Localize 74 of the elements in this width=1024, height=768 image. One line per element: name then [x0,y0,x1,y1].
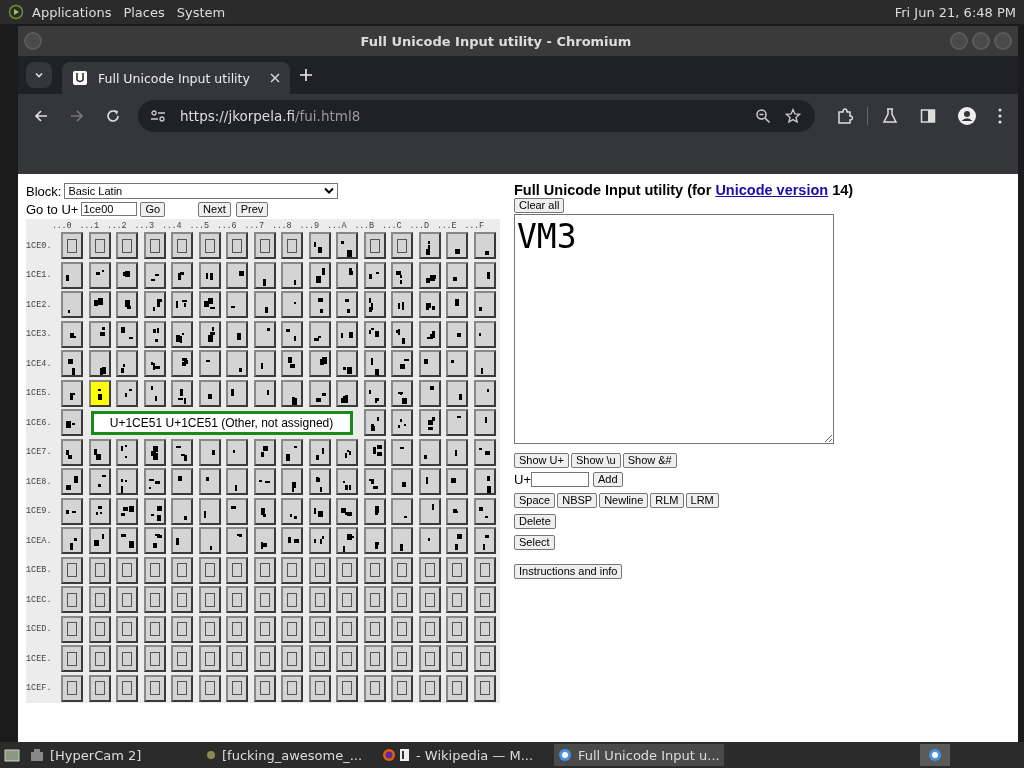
taskbar-button[interactable]: Full Unicode Input u... [554,744,724,766]
row-label: 1CE2. [26,299,53,310]
row-label: 1CE4. [26,358,53,369]
column-header: ...F [464,221,485,231]
url-text: https://jkorpela.fi/fui.html8 [180,108,361,124]
row-label: 1CE1. [26,270,53,281]
row-label: 1CE9. [26,506,53,517]
row-label: 1CE6. [26,417,53,428]
task-title: - Wikipedia — M... [416,747,534,763]
row-label: 1CEB. [26,565,53,576]
row-label: 1CE0. [26,240,53,251]
insert-character-button[interactable]: Space [514,493,556,508]
column-header: ...C [382,221,403,231]
task-title: Full Unicode Input u... [578,747,720,763]
unicode-version-link[interactable]: Unicode version [715,182,829,198]
column-header: ...D [409,221,430,231]
row-label: 1CEF. [26,683,53,694]
insert-character-button[interactable]: NBSP [557,493,598,508]
goto-label: Go to U+ [26,201,79,217]
row-label: 1CEE. [26,653,53,664]
browser-tab[interactable]: Full Unicode Input utility [62,62,290,94]
task-title: [HyperCam 2] [50,747,142,763]
row-label: 1CEA. [26,535,53,546]
select-button[interactable]: Select [514,535,555,550]
page-heading: Full Unicode Input utility (for Unicode version 14) [514,182,854,198]
column-header: ...5 [189,221,210,231]
code-point-field[interactable]: 1ce00 [81,202,138,216]
insert-character-button[interactable]: Newline [599,493,649,508]
column-header: ...1 [79,221,100,231]
column-header: ...2 [107,221,128,231]
column-header: ...B [354,221,375,231]
taskbar-button[interactable]: [HyperCam 2] [26,744,196,766]
row-label: 1CEC. [26,594,53,605]
prev-button[interactable]: Prev [235,201,269,217]
block-dropdown[interactable]: Basic Latin [64,183,339,199]
column-header: ...0 [52,221,73,231]
column-header: ...E [437,221,458,231]
panel-menu[interactable]: Applications [32,4,112,20]
instructions-button[interactable]: Instructions and info [514,564,623,579]
window-title: Full Unicode Input utility - Chromium [359,33,633,49]
column-header: ...3 [134,221,155,231]
row-label: 1CED. [26,624,53,635]
row-label: 1CE5. [26,388,53,399]
show-format-button[interactable]: Show \u [570,453,621,468]
delete-button[interactable]: Delete [514,514,556,529]
column-header: ...6 [217,221,238,231]
column-header: ...8 [272,221,293,231]
insert-character-button[interactable]: LRM [685,493,719,508]
panel-clock[interactable]: Fri Jun 21, 6:48 PM [894,4,1016,20]
task-title: [fucking_awesome_... [222,747,363,763]
taskbar-button[interactable]: - Wikipedia — M... [378,744,548,766]
block-label: Block: [26,183,62,199]
taskbar-button[interactable]: [fucking_awesome_... [202,744,372,766]
panel-menu[interactable]: System [176,4,226,20]
address-bar[interactable]: https://jkorpela.fi/fui.html8 [138,100,815,132]
show-format-button[interactable]: Show &# [622,453,677,468]
column-header: ...9 [299,221,320,231]
row-label: 1CE8. [26,476,53,487]
clear-all-button[interactable]: Clear all [514,198,565,213]
row-label: 1CE3. [26,329,53,340]
text-area[interactable]: VM3 [514,214,834,444]
tooltip: U+1CE51 U+1CE51 (Other, not assigned) [90,410,353,435]
insert-character-button[interactable]: RLM [650,493,684,508]
column-header: ...4 [162,221,183,231]
column-header: ...7 [244,221,265,231]
add-label: U+ [514,472,531,487]
next-button[interactable]: Next [198,201,231,217]
go-button[interactable]: Go [140,201,166,217]
row-label: 1CE7. [26,447,53,458]
tab-title: Full Unicode Input utility [98,70,251,86]
show-format-button[interactable]: Show U+ [514,453,569,468]
panel-menu[interactable]: Places [123,4,165,20]
column-header: ...A [327,221,348,231]
add-button[interactable]: Add [593,472,623,487]
